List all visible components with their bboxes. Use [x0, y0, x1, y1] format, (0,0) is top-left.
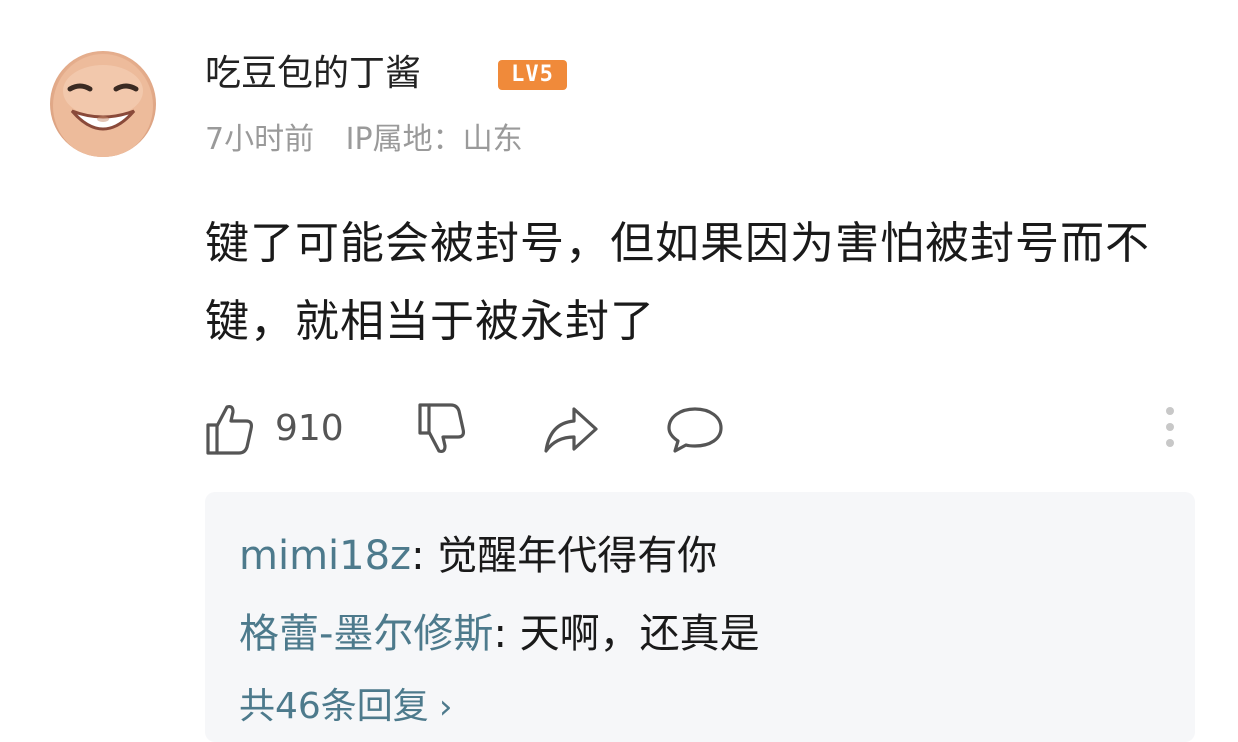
reply-author[interactable]: 格蕾-墨尔修斯	[239, 611, 493, 657]
comment-body: 键了可能会被封号，但如果因为害怕被封号而不键，就相当于被永封了	[205, 218, 1150, 347]
thumbs-up-icon[interactable]	[200, 399, 260, 459]
more-vertical-icon[interactable]	[1155, 399, 1185, 459]
ip-location: IP属地：山东	[345, 122, 523, 157]
view-all-replies-label: 共46条回复	[239, 686, 429, 727]
comment-meta: 7小时前 IP属地：山东	[205, 118, 523, 162]
thumbs-down-icon[interactable]	[412, 399, 472, 459]
reply-text: 觉醒年代得有你	[437, 533, 718, 579]
share-icon[interactable]	[540, 399, 600, 459]
like-count: 910	[275, 408, 344, 449]
reply-item[interactable]: 格蕾-墨尔修斯: 天啊，还真是	[239, 606, 760, 662]
level-badge: LV5	[498, 60, 567, 90]
reply-item[interactable]: mimi18z: 觉醒年代得有你	[239, 528, 717, 584]
action-bar: 910	[0, 395, 1238, 465]
reply-preview-box[interactable]: mimi18z: 觉醒年代得有你 格蕾-墨尔修斯: 天啊，还真是 共46条回复 ›	[205, 492, 1195, 742]
reply-author[interactable]: mimi18z	[239, 533, 411, 579]
avatar-face-image	[53, 54, 153, 157]
username[interactable]: 吃豆包的丁酱	[205, 50, 421, 98]
chevron-right-icon: ›	[438, 687, 453, 727]
avatar[interactable]	[50, 51, 156, 157]
reply-text: 天啊，还真是	[519, 611, 760, 657]
comment-time: 7小时前	[205, 122, 315, 157]
view-all-replies-link[interactable]: 共46条回复 ›	[239, 682, 452, 732]
comment-bubble-icon[interactable]	[665, 399, 725, 459]
comment-card: 吃豆包的丁酱 LV5 7小时前 IP属地：山东 键了可能会被封号，但如果因为害怕…	[0, 0, 1238, 742]
